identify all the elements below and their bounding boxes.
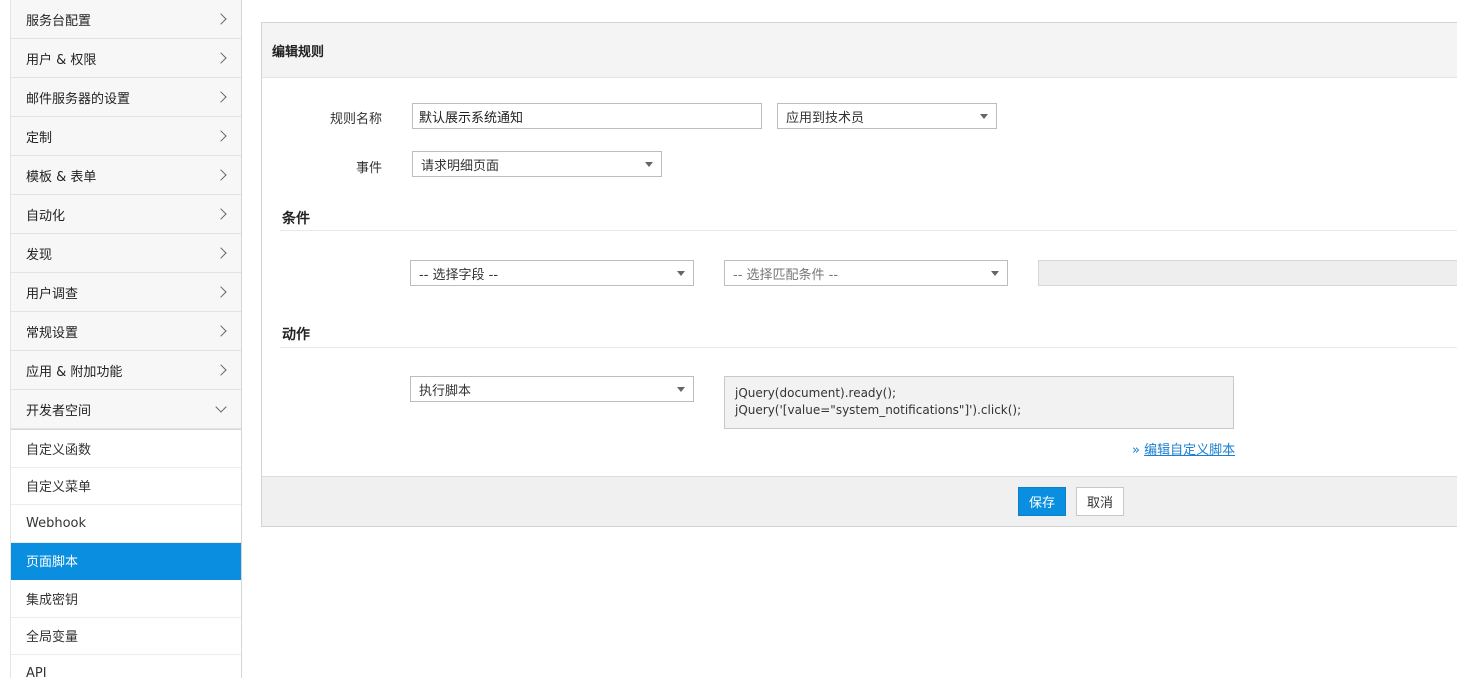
chevron-right-icon [215,325,227,337]
chevron-right-icon [215,130,227,142]
sidebar-item-customization[interactable]: 定制 [11,117,241,156]
sidebar-subitem-label: 集成密钥 [26,592,79,608]
sidebar-item-apps-addons[interactable]: 应用 & 附加功能 [11,351,241,390]
sidebar-subitem-label: Webhook [26,515,87,531]
sidebar-subitem-integration-keys[interactable]: 集成密钥 [11,580,241,618]
sidebar-item-label: 模板 & 表单 [26,169,97,185]
sidebar-item-developer-space[interactable]: 开发者空间 [11,390,241,429]
script-line: jQuery('[value="system_notifications"]')… [735,403,1022,417]
sidebar-subitem-page-scripts[interactable]: 页面脚本 [11,542,241,580]
divider [280,230,1457,231]
panel-header: 编辑规则 [262,23,1457,78]
condition-field-select[interactable]: -- 选择字段 -- [410,260,694,286]
cancel-button[interactable]: 取消 [1076,487,1124,516]
sidebar-item-label: 开发者空间 [26,403,92,419]
sidebar-subitem-label: 页面脚本 [26,555,79,571]
chevron-right-icon [215,247,227,259]
chevron-right-icon [215,91,227,103]
sidebar-subitem-webhook[interactable]: Webhook [11,505,241,543]
sidebar-subitem-label: API [26,665,47,678]
developer-space-submenu: 自定义函数 自定义菜单 Webhook 页面脚本 集成密钥 全局变量 API [11,429,241,678]
panel-footer: 保存 取消 [262,476,1457,526]
sidebar: 服务台配置 用户 & 权限 邮件服务器的设置 定制 模板 & 表单 自动化 发现… [10,0,242,678]
chevron-right-icon [215,364,227,376]
sidebar-item-label: 用户 & 权限 [26,52,97,68]
sidebar-item-automation[interactable]: 自动化 [11,195,241,234]
chevron-right-icon [215,13,227,25]
apply-to-value: 应用到技术员 [786,110,865,126]
sidebar-subitem-custom-menu[interactable]: 自定义菜单 [11,467,241,505]
chevron-right-icon [215,52,227,64]
caret-down-icon [991,270,999,276]
caret-down-icon [645,161,653,167]
caret-down-icon [677,270,685,276]
edit-custom-script-link[interactable]: 编辑自定义脚本 [1144,443,1235,458]
chevron-right-icon [215,208,227,220]
rule-name-label: 规则名称 [329,112,382,127]
condition-field-placeholder: -- 选择字段 -- [419,267,499,283]
sidebar-item-label: 应用 & 附加功能 [26,364,123,380]
page-title: 编辑规则 [272,44,325,60]
script-line: jQuery(document).ready(); [735,386,897,400]
save-button[interactable]: 保存 [1018,487,1066,516]
divider [280,347,1457,348]
caret-down-icon [980,113,988,119]
sidebar-subitem-custom-functions[interactable]: 自定义函数 [11,430,241,468]
sidebar-item-user-survey[interactable]: 用户调查 [11,273,241,312]
event-value: 请求明细页面 [421,158,500,174]
sidebar-item-label: 常规设置 [26,325,79,341]
sidebar-item-mail-server[interactable]: 邮件服务器的设置 [11,78,241,117]
sidebar-subitem-global-variables[interactable]: 全局变量 [11,617,241,655]
sidebar-subitem-label: 自定义菜单 [26,480,92,496]
rule-name-input[interactable] [412,103,762,129]
condition-match-select[interactable]: -- 选择匹配条件 -- [724,260,1008,286]
sidebar-subitem-label: 全局变量 [26,630,79,646]
sidebar-item-general-settings[interactable]: 常规设置 [11,312,241,351]
condition-match-placeholder: -- 选择匹配条件 -- [733,267,839,283]
sidebar-item-templates-forms[interactable]: 模板 & 表单 [11,156,241,195]
edit-rule-panel: 编辑规则 规则名称 应用到技术员 事件 请求明细页面 条件 -- 选择字段 --… [261,22,1457,527]
event-label: 事件 [355,161,382,176]
sidebar-subitem-label: 自定义函数 [26,442,92,458]
sidebar-item-label: 自动化 [26,208,66,224]
script-preview[interactable]: jQuery(document).ready(); jQuery('[value… [724,376,1234,429]
apply-to-select[interactable]: 应用到技术员 [777,103,997,129]
action-type-value: 执行脚本 [419,383,472,399]
chevron-right-icon [215,169,227,181]
sidebar-item-label: 服务台配置 [26,13,92,29]
condition-value-input [1038,260,1457,286]
actions-title: 动作 [282,327,310,343]
sidebar-item-label: 用户调查 [26,286,79,302]
action-type-select[interactable]: 执行脚本 [410,376,694,402]
sidebar-subitem-api[interactable]: API [11,655,241,678]
caret-down-icon [677,386,685,392]
chevron-down-icon [215,401,227,413]
conditions-title: 条件 [282,211,310,227]
sidebar-item-label: 发现 [26,247,53,263]
link-prefix: » [1132,443,1140,458]
edit-script-link-wrap: » 编辑自定义脚本 [1132,439,1235,458]
sidebar-item-discovery[interactable]: 发现 [11,234,241,273]
sidebar-item-label: 定制 [26,130,53,146]
chevron-right-icon [215,286,227,298]
sidebar-item-helpdesk-config[interactable]: 服务台配置 [11,0,241,39]
event-select[interactable]: 请求明细页面 [412,151,662,177]
sidebar-item-label: 邮件服务器的设置 [26,91,131,107]
sidebar-item-users-permissions[interactable]: 用户 & 权限 [11,39,241,78]
